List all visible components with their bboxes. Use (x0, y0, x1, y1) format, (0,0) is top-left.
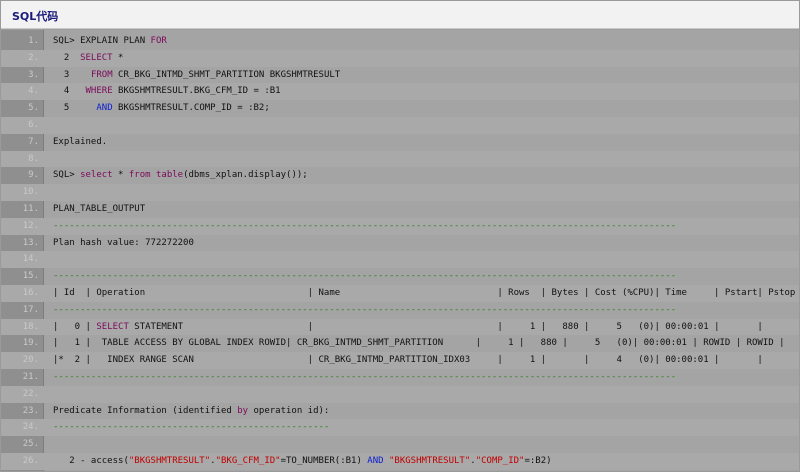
line-number: 1. (28, 36, 39, 46)
code-text: Plan hash value: 772272200 (53, 237, 194, 248)
code-text: Explained. (53, 136, 108, 147)
line-number: 4. (28, 86, 39, 97)
code-line: 10. (1, 184, 799, 201)
code-line: 21. -------------------------------------… (1, 369, 799, 386)
line-number: 26. (22, 456, 39, 466)
line-number: 18. (22, 321, 39, 332)
code-line: 19. | 1 | TABLE ACCESS BY GLOBAL INDEX RO… (1, 335, 799, 352)
code-line: 20. |* 2 | INDEX RANGE SCAN | CR_BKG_INTM… (1, 352, 799, 369)
code-text: |* 2 | INDEX RANGE SCAN | CR_BKG_INTMD_P… (53, 355, 800, 366)
line-number: 17. (22, 304, 39, 315)
code-area[interactable]: 1. SQL> EXPLAIN PLAN FOR 2. 2 SELECT * 3. 3… (1, 30, 799, 471)
code-line: 16. | Id | Operation | Name | Rows | Byte… (1, 285, 799, 302)
line-number: 5. (28, 103, 39, 114)
line-number: 15. (22, 271, 39, 282)
line-number: 16. (22, 288, 39, 298)
line-number: 22. (22, 388, 39, 399)
code-line: 25. (1, 436, 799, 453)
code-block-header: SQL代码 (1, 1, 799, 29)
code-text: 4 WHERE BKGSHMTRESULT.BKG_CFM_ID = :B1 (53, 86, 281, 97)
code-line: 9. SQL> select * from table(dbms_xplan.di… (1, 167, 799, 184)
code-line: 13. Plan hash value: 772272200 (1, 235, 799, 252)
code-line: 12. -------------------------------------… (1, 217, 799, 235)
code-line: 14. (1, 251, 799, 269)
code-text: 2 - access("BKGSHMTRESULT"."BKG_CFM_ID"=… (53, 456, 552, 466)
code-text: | 1 | TABLE ACCESS BY GLOBAL INDEX ROWID… (53, 338, 785, 349)
code-line: 23. Predicate Information (identified by … (1, 403, 799, 420)
line-number: 14. (22, 254, 39, 265)
line-number: 23. (22, 405, 39, 416)
line-number: 7. (28, 136, 39, 147)
code-text: 2 SELECT * (53, 52, 124, 63)
code-line: 11. PLAN_TABLE_OUTPUT (1, 201, 799, 218)
code-text: SQL> select * from table(dbms_xplan.disp… (53, 170, 308, 181)
code-block: SQL代码 1. SQL> EXPLAIN PLAN FOR 2. 2 SELECT… (0, 0, 800, 472)
code-line: 2. 2 SELECT * (1, 49, 799, 67)
code-block-title: SQL代码 (12, 10, 59, 23)
code-text: ----------------------------------------… (53, 304, 677, 315)
code-text: SQL> EXPLAIN PLAN FOR (53, 36, 167, 46)
code-text: Predicate Information (identified by ope… (53, 405, 330, 416)
code-text: 3 FROM CR_BKG_INTMD_SHMT_PARTITION BKGSH… (53, 69, 341, 80)
code-text: PLAN_TABLE_OUTPUT (53, 204, 146, 214)
code-line: 3. 3 FROM CR_BKG_INTMD_SHMT_PARTITION BK… (1, 67, 799, 84)
line-number: 2. (28, 52, 39, 63)
line-number: 20. (22, 355, 39, 366)
code-text: ----------------------------------------… (53, 422, 330, 433)
code-text: | Id | Operation | Name | Rows | Bytes |… (53, 288, 800, 298)
code-line: 18. | 0 | SELECT STATEMENT | | 1 | 880 | … (1, 318, 800, 336)
line-number: 10. (22, 187, 39, 198)
line-number: 19. (22, 338, 39, 349)
code-line: 26. 2 - access("BKGSHMTRESULT"."BKG_CFM_… (1, 453, 799, 470)
line-number: 8. (28, 153, 39, 164)
code-line: 15. -------------------------------------… (1, 268, 799, 285)
code-line: 24. -------------------------------------… (1, 419, 799, 437)
code-line: 4. 4 WHERE BKGSHMTRESULT.BKG_CFM_ID = :B… (1, 83, 799, 101)
line-number: 3. (28, 69, 39, 80)
line-number: 24. (22, 422, 39, 433)
line-number: 12. (22, 220, 39, 231)
code-line: 8. (1, 150, 799, 168)
code-line: 1. SQL> EXPLAIN PLAN FOR (1, 33, 799, 50)
code-line: 7. Explained. (1, 134, 799, 151)
code-line: 22. (1, 385, 799, 403)
line-number: 11. (22, 204, 39, 214)
line-number: 6. (28, 120, 39, 130)
code-text: | 0 | SELECT STATEMENT | | 1 | 880 | 5 (… (53, 321, 800, 332)
code-line: 17. -------------------------------------… (1, 302, 799, 319)
code-line: 6. (1, 117, 799, 134)
line-number: 13. (22, 237, 39, 248)
code-line: 5. 5 AND BKGSHMTRESULT.COMP_ID = :B2; (1, 100, 799, 117)
code-text: ----------------------------------------… (53, 372, 677, 382)
code-text: ----------------------------------------… (53, 220, 677, 231)
code-text: 5 AND BKGSHMTRESULT.COMP_ID = :B2; (53, 103, 270, 114)
code-text: ----------------------------------------… (53, 271, 677, 282)
line-number: 21. (22, 372, 39, 382)
line-number: 25. (22, 439, 39, 450)
line-number: 9. (28, 170, 39, 181)
